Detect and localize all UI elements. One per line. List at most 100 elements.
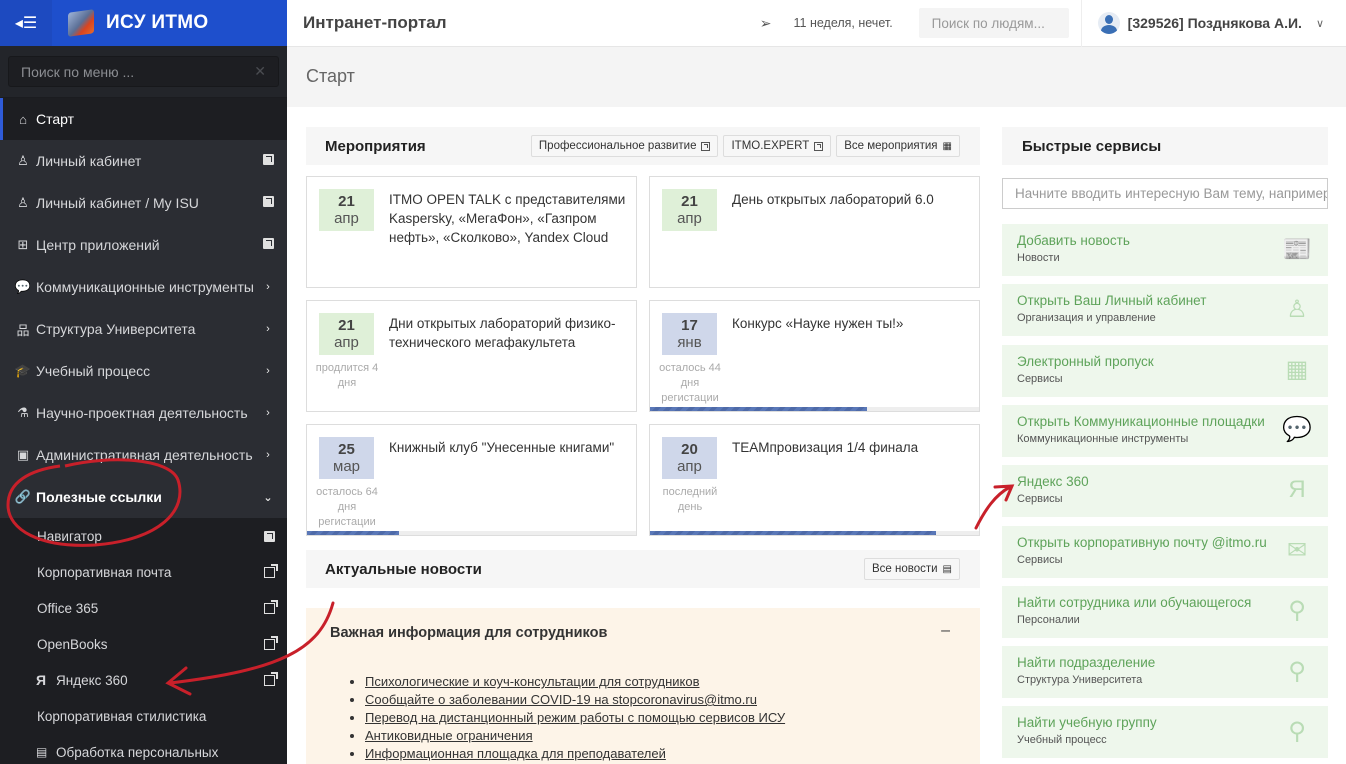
event-card[interactable]: 21 апр День открытых лабораторий 6.0 [649, 176, 980, 288]
sidebar-item-label: Учебный процесс [36, 363, 151, 379]
sidebar-item-right: › [261, 323, 275, 335]
quick-service-card[interactable]: Добавить новость Новости 📰 [1002, 224, 1328, 276]
event-title[interactable]: Конкурс «Науке нужен ты!» [732, 314, 971, 333]
quick-service-category: Сервисы [1017, 372, 1063, 385]
sidebar-item[interactable]: ♙ Личный кабинет / My ISU [0, 182, 287, 224]
event-title[interactable]: TEAMпровизация 1/4 финала [732, 438, 971, 457]
event-card[interactable]: 21 апр ITMO OPEN TALK с представителями K… [306, 176, 637, 288]
important-link-item: Сообщайте о заболевании COVID-19 на stop… [365, 691, 785, 709]
event-month: янв [677, 334, 702, 351]
people-search-input[interactable]: Поиск по людям... [918, 8, 1069, 38]
quick-service-card[interactable]: Яндекс 360 Сервисы Я [1002, 465, 1328, 518]
all-news-button[interactable]: Все новости ▤ [863, 558, 960, 580]
all-events-button[interactable]: Все мероприятия ▦ [836, 135, 960, 157]
quick-service-title: Открыть корпоративную почту @itmo.ru [1017, 534, 1267, 550]
important-link[interactable]: Антиковидные ограничения [365, 728, 533, 743]
news-title: Актуальные новости [325, 560, 482, 578]
quick-service-card[interactable]: Открыть Коммуникационные площадки Коммуни… [1002, 404, 1328, 457]
professional-development-button[interactable]: Профессиональное развитие [530, 135, 719, 157]
collapse-button[interactable]: – [941, 622, 950, 640]
quick-service-card[interactable]: Найти учебную группу Учебный процесс ⚲ [1002, 706, 1328, 759]
yandex-icon: Я [36, 672, 47, 688]
external-link-icon [262, 196, 274, 207]
event-card[interactable]: 25 мар Книжный клуб "Унесенные книгами" ос… [306, 424, 637, 536]
quick-service-card[interactable]: Найти сотрудника или обучающегося Персона… [1002, 585, 1328, 638]
submenu-item[interactable]: Я Яндекс 360 [0, 662, 287, 698]
important-link[interactable]: Психологические и коуч-консультации для … [365, 674, 700, 689]
sidebar-item[interactable]: ⚗ Научно-проектная деятельность › [0, 392, 287, 434]
event-title[interactable]: День открытых лабораторий 6.0 [732, 190, 971, 209]
envelope-icon: ✉ [1286, 537, 1308, 564]
event-title[interactable]: Книжный клуб "Унесенные книгами" [389, 438, 628, 457]
menu-search-input[interactable]: Поиск по меню ... ✕ [8, 56, 279, 87]
quick-service-card[interactable]: Найти подразделение Структура Университет… [1002, 646, 1328, 699]
sidebar-item-right [261, 154, 275, 168]
chat-icon: 💬 [1282, 416, 1312, 444]
event-date: 21 апр [662, 189, 717, 231]
quick-services-search-input[interactable]: Начните вводить интересную Вам тему, нап… [1002, 178, 1328, 209]
sidebar-item-label: Структура Университета [36, 321, 196, 337]
submenu-item[interactable]: Office 365 [0, 590, 287, 626]
event-title[interactable]: ITMO OPEN TALK с представителями Kaspers… [389, 190, 628, 247]
link-icon: 🔗 [14, 489, 32, 504]
event-card[interactable]: 20 апр TEAMпровизация 1/4 финала последний… [649, 424, 980, 536]
menu-collapse-button[interactable]: ◂☰ [0, 0, 52, 46]
sidebar-item[interactable]: 品 Структура Университета › [0, 308, 287, 350]
submenu-item[interactable]: Корпоративная почта [0, 554, 287, 590]
flask-icon: ⚗ [17, 405, 29, 420]
avatar [1097, 12, 1120, 34]
sidebar-item[interactable]: ⊞ Центр приложений [0, 224, 287, 266]
quick-services-header: Быстрые сервисы [1002, 127, 1328, 165]
submenu-item-label: OpenBooks [37, 636, 108, 652]
button-label: Профессиональное развитие [538, 140, 697, 152]
quick-service-card[interactable]: Открыть Ваш Личный кабинет Организация и … [1002, 284, 1328, 337]
submenu-item-label: Обработка персональных [56, 744, 219, 760]
important-link[interactable]: Сообщайте о заболевании COVID-19 на stop… [365, 692, 757, 707]
people-search-placeholder: Поиск по людям... [931, 15, 1045, 31]
submenu-item[interactable]: OpenBooks [0, 626, 287, 662]
quick-service-card[interactable]: Открыть корпоративную почту @itmo.ru Серв… [1002, 525, 1328, 578]
quick-service-title: Открыть Коммуникационные площадки [1017, 413, 1265, 429]
itmo-expert-button[interactable]: ITMO.EXPERT [723, 135, 832, 157]
important-links-list: Психологические и коуч-консультации для … [365, 673, 785, 763]
submenu-useful-links: Навигатор Корпоративная почта Office 365 Op… [0, 518, 287, 764]
clear-icon[interactable]: ✕ [254, 63, 266, 80]
logo[interactable]: ИСУ ИТМО [52, 0, 209, 46]
external-link-icon [264, 671, 278, 686]
important-info-block: Важная информация для сотрудников – Псих… [306, 608, 980, 764]
sidebar-item-right: › [261, 281, 275, 293]
sidebar-item[interactable]: ♙ Личный кабинет [0, 140, 287, 182]
sidebar-item[interactable]: 🎓 Учебный процесс › [0, 350, 287, 392]
event-card[interactable]: 21 апр Дни открытых лабораторий физико-те… [306, 300, 637, 412]
external-link-icon [701, 141, 711, 151]
event-card[interactable]: 17 янв Конкурс «Науке нужен ты!» осталось … [649, 300, 980, 412]
quick-service-title: Найти сотрудника или обучающегося [1017, 594, 1252, 610]
sidebar-item-right: › [261, 365, 275, 377]
submenu-item[interactable]: Навигатор [0, 518, 287, 554]
important-link[interactable]: Перевод на дистанционный режим работы с … [365, 710, 785, 725]
button-label: Все мероприятия [844, 140, 938, 152]
quick-service-card[interactable]: Электронный пропуск Сервисы ▦ [1002, 344, 1328, 397]
important-link-item: Антиковидные ограничения [365, 727, 785, 745]
submenu-item-label: Яндекс 360 [56, 672, 128, 688]
user-menu[interactable]: [329526] Позднякова А.И. ∨ [1080, 0, 1346, 47]
event-day: 21 [338, 193, 355, 210]
sidebar-item-label: Коммуникационные инструменты [36, 279, 254, 295]
sidebar-item[interactable]: 💬 Коммуникационные инструменты › [0, 266, 287, 308]
event-title[interactable]: Дни открытых лабораторий физико-техничес… [389, 314, 628, 352]
newspaper-icon: ▤ [942, 563, 952, 575]
sidebar-item-right: › [261, 407, 275, 419]
sidebar-item[interactable]: ▣ Административная деятельность › [0, 434, 287, 476]
important-link[interactable]: Информационная площадка для преподавател… [365, 746, 666, 761]
quick-service-category: Структура Университета [1017, 674, 1143, 687]
user-icon: ♙ [17, 153, 29, 168]
progress-fill [650, 531, 937, 535]
quick-service-category: Коммуникационные инструменты [1017, 432, 1189, 445]
sidebar-item[interactable]: ⌂ Старт [0, 98, 287, 140]
submenu-item[interactable]: Корпоративная стилистика [0, 698, 287, 734]
send-icon[interactable]: ➢ [760, 15, 772, 32]
submenu-item[interactable]: ▤ Обработка персональных [0, 734, 287, 764]
important-info-title[interactable]: Важная информация для сотрудников [330, 625, 607, 641]
sidebar-item[interactable]: 🔗 Полезные ссылки ⌄ [0, 476, 287, 518]
important-link-item: Психологические и коуч-консультации для … [365, 673, 785, 691]
